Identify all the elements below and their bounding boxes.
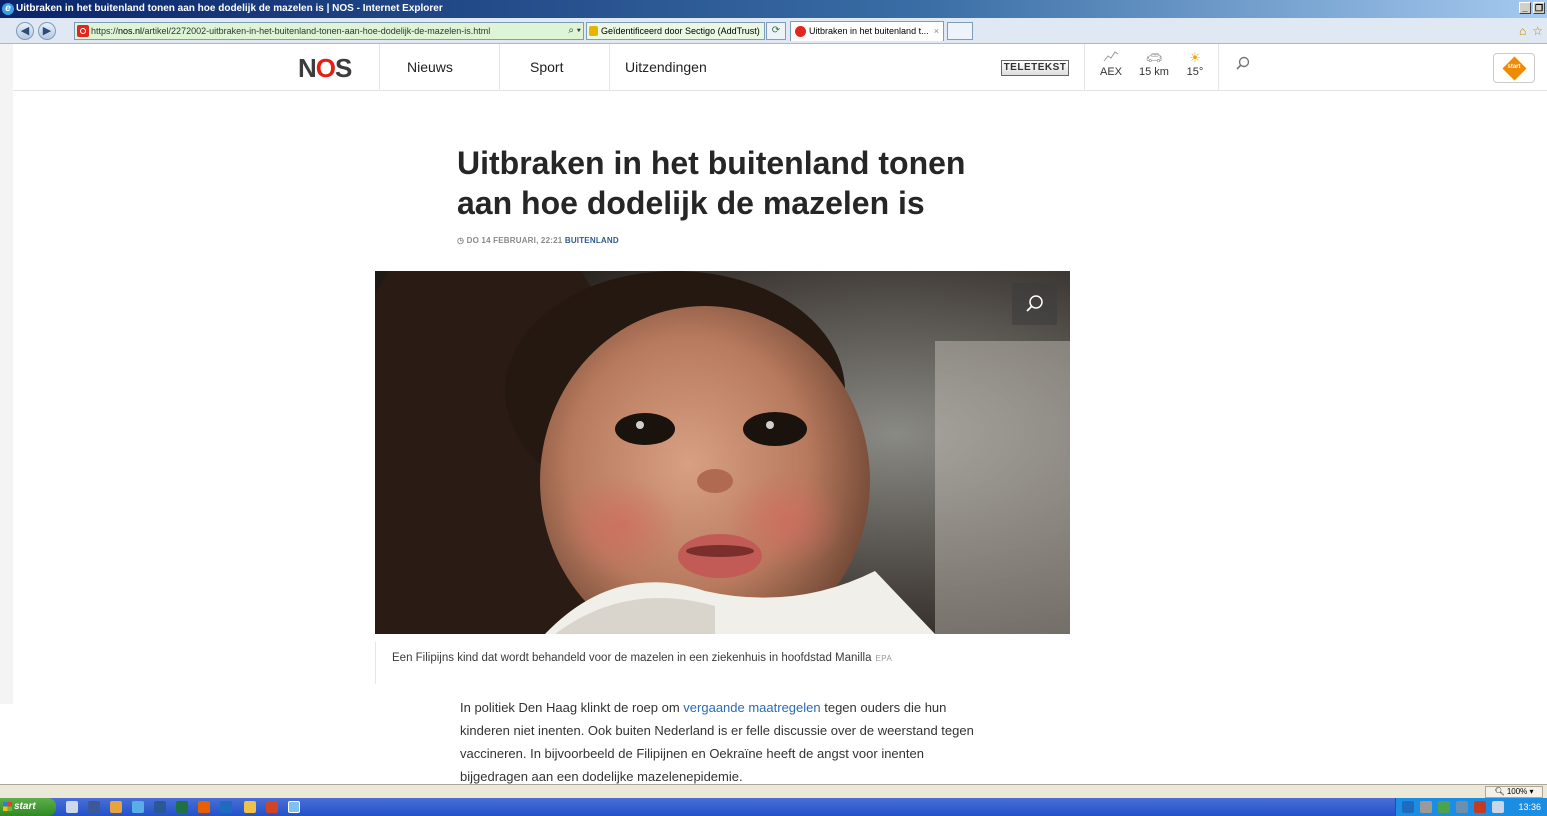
photo-credit: EPA (875, 654, 893, 663)
article-photo[interactable] (375, 271, 1070, 634)
article-headline: Uitbraken in het buitenland tonen aan ho… (457, 145, 966, 221)
minimize-button[interactable]: _ (1519, 2, 1531, 14)
ie-taskbar-icon[interactable] (288, 801, 300, 813)
url-path: /artikel/2272002-uitbraken-in-het-buiten… (142, 26, 491, 36)
header-divider (1218, 44, 1219, 91)
nos-header: NOS Nieuws Sport Uitzendingen TELETEKST … (13, 44, 1547, 91)
header-divider (1084, 44, 1085, 91)
start-logo-text: start (1507, 64, 1521, 70)
url-domain: nos.nl (118, 26, 143, 36)
photo-zoom-button[interactable] (1012, 283, 1057, 325)
tab-favicon-icon (795, 26, 806, 37)
logo-letter-n: N (298, 53, 317, 83)
aex-label: AEX (1099, 66, 1122, 78)
start-button[interactable]: start (0, 798, 56, 816)
caption-rule (375, 642, 376, 684)
firefox-quicklaunch-icon[interactable] (198, 801, 210, 813)
window-controls: _ ❐ (1519, 2, 1545, 14)
teletekst-button[interactable]: TELETEKST (1001, 60, 1069, 76)
child-photo-illustration (375, 271, 1070, 634)
home-icon[interactable]: ⌂ (1519, 24, 1526, 38)
header-divider (609, 44, 610, 91)
nos-favicon-icon (77, 25, 89, 37)
security-badge[interactable]: Geïdentificeerd door Sectigo (AddTrust) (586, 22, 765, 40)
photo-caption: Een Filipijns kind dat wordt behandeld v… (392, 652, 892, 664)
search-dropdown-icon[interactable]: ⌕ ▾ (568, 23, 581, 39)
nav-sport[interactable]: Sport (530, 59, 563, 75)
taskbar-clock: 13:36 (1518, 802, 1541, 812)
tab-title: Uitbraken in het buitenland t... (809, 26, 929, 36)
zoom-icon: 🔍︎ (1494, 787, 1507, 796)
volume-tray-icon[interactable] (1492, 801, 1504, 813)
logo-letter-o: O (315, 53, 336, 83)
folder-taskbar-icon[interactable] (244, 801, 256, 813)
traffic-widget[interactable]: 🚗︎ 15 km (1139, 50, 1169, 78)
forward-button[interactable]: ▶ (38, 22, 56, 40)
article-date: DO 14 FEBRUARI, 22:21 (466, 236, 563, 245)
sync-tray-icon[interactable] (1420, 801, 1432, 813)
new-tab-button[interactable] (947, 22, 973, 40)
clock-icon: ◷ (457, 236, 467, 245)
article-body: In politiek Den Haag klinkt de roep om v… (460, 696, 980, 784)
address-bar[interactable]: https://nos.nl/artikel/2272002-uitbraken… (74, 22, 584, 40)
word-quicklaunch-icon[interactable] (154, 801, 166, 813)
browser-statusbar: 🔍︎ 100% ▾ (0, 784, 1547, 798)
powerpoint-taskbar-icon[interactable] (266, 801, 278, 813)
windows-taskbar: start 13:36 (0, 798, 1547, 816)
lock-icon (589, 26, 598, 36)
browser-toolbar: ◀ ▶ https://nos.nl/artikel/2272002-uitbr… (0, 18, 1547, 44)
alert-tray-icon[interactable] (1474, 801, 1486, 813)
back-button[interactable]: ◀ (16, 22, 34, 40)
nav-nieuws[interactable]: Nieuws (407, 59, 453, 75)
header-divider (499, 44, 500, 91)
window-title: Uitbraken in het buitenland tonen aan ho… (16, 3, 443, 14)
outlook-quicklaunch-icon[interactable] (220, 801, 232, 813)
search-quicklaunch-icon[interactable] (66, 801, 78, 813)
page-viewport: NOS Nieuws Sport Uitzendingen TELETEKST … (0, 44, 1547, 784)
shield-tray-icon[interactable] (1438, 801, 1450, 813)
security-text: Geïdentificeerd door Sectigo (AddTrust) (601, 26, 760, 36)
weather-sun-icon: ☀ (1189, 50, 1201, 65)
article-category-link[interactable]: BUITENLAND (565, 236, 619, 245)
refresh-button[interactable]: ⟳ (766, 22, 786, 40)
chart-icon (1098, 50, 1124, 66)
facebook-quicklaunch-icon[interactable] (88, 801, 100, 813)
search-icon[interactable] (1236, 56, 1250, 70)
tab-close-button[interactable]: × (934, 22, 939, 40)
url-prefix: https:// (91, 26, 119, 36)
nav-uitzendingen[interactable]: Uitzendingen (625, 59, 707, 75)
weather-widget[interactable]: ☀ 15° (1185, 50, 1205, 78)
favorites-star-icon[interactable]: ☆ (1532, 24, 1543, 38)
browser-tool-icons: ⌂ ☆ (1519, 24, 1543, 38)
ie-quicklaunch-icon[interactable] (132, 801, 144, 813)
weather-label: 15° (1186, 66, 1204, 78)
outlook-tray-icon[interactable] (1402, 801, 1414, 813)
nos-logo[interactable]: NOS (298, 53, 352, 84)
header-divider (379, 44, 380, 91)
internet-explorer-icon: e (2, 3, 14, 15)
article-meta: ◷ DO 14 FEBRUARI, 22:21 BUITENLAND (457, 236, 619, 245)
zoom-control[interactable]: 🔍︎ 100% ▾ (1485, 786, 1543, 798)
left-gutter (0, 44, 13, 704)
system-tray: 13:36 (1395, 798, 1547, 816)
car-icon: 🚗︎ (1145, 50, 1163, 65)
logo-letter-s: S (335, 53, 352, 83)
browser-tab[interactable]: Uitbraken in het buitenland t... × (790, 21, 944, 41)
restore-button[interactable]: ❐ (1533, 2, 1545, 14)
body-text: In politiek Den Haag klinkt de roep om (460, 700, 684, 715)
zoom-level: 100% (1506, 787, 1528, 796)
excel-quicklaunch-icon[interactable] (176, 801, 188, 813)
body-link-maatregelen[interactable]: vergaande maatregelen (683, 700, 820, 715)
traffic-label: 15 km (1139, 66, 1169, 78)
window-titlebar: e Uitbraken in het buitenland tonen aan … (0, 0, 1547, 18)
network-quicklaunch-icon[interactable] (110, 801, 122, 813)
caption-text: Een Filipijns kind dat wordt behandeld v… (392, 652, 872, 664)
aex-widget[interactable]: AEX (1098, 50, 1124, 78)
start-logo[interactable]: start (1493, 53, 1535, 83)
network-tray-icon[interactable] (1456, 801, 1468, 813)
